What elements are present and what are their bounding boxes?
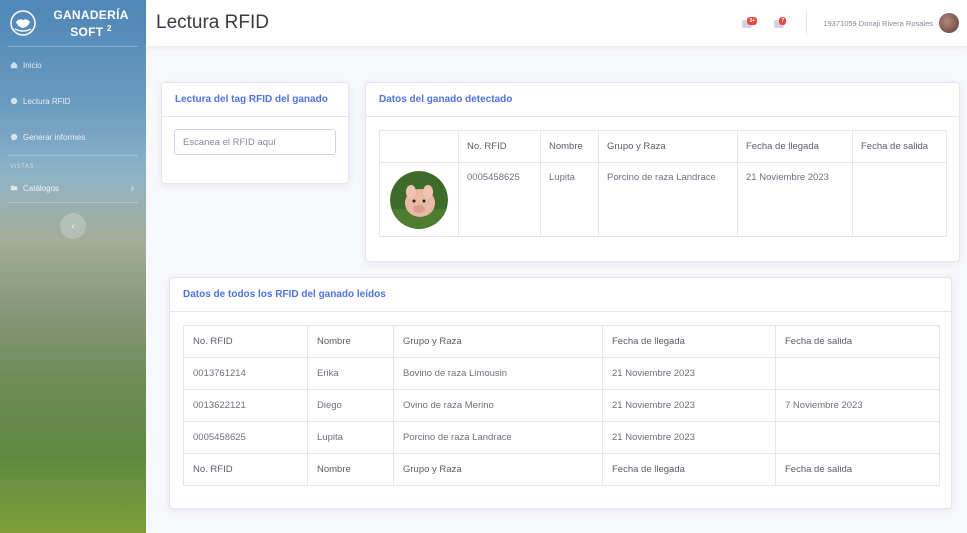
sidebar-item-label: Catálogos — [23, 183, 60, 193]
brand-line1: GANADERÍA — [53, 7, 129, 22]
card-header: Lectura del tag RFID del ganado — [162, 83, 348, 117]
detected-table: No. RFID Nombre Grupo y Raza Fecha de ll… — [379, 130, 947, 237]
column-header: Fecha de llegada — [602, 325, 776, 358]
brand-title: GANADERÍA SOFT 2 — [36, 8, 146, 39]
table-cell: 7 Noviembre 2023 — [775, 389, 940, 422]
piglet-photo — [390, 170, 448, 229]
table-cell — [775, 421, 940, 454]
table-row: 0005458625 Lupita Porcino de raza Landra… — [379, 162, 947, 237]
table-header-row: No. RFID Nombre Grupo y Raza Fecha de ll… — [183, 325, 940, 358]
table-cell: Ovino de raza Merino — [393, 389, 603, 422]
column-header: No. RFID — [458, 130, 541, 163]
table-cell: Diego — [307, 389, 394, 422]
column-footer: No. RFID — [183, 453, 308, 486]
table-header-row: No. RFID Nombre Grupo y Raza Fecha de ll… — [379, 130, 947, 163]
topbar-divider — [806, 11, 808, 35]
alerts-badge: 3+ — [747, 17, 758, 25]
sidebar: GANADERÍA SOFT 2 Inicio Lectura RFID Gen… — [0, 0, 146, 533]
column-footer: Fecha de salida — [775, 453, 940, 486]
grupo-cell: Porcino de raza Landrace — [598, 162, 738, 237]
table-cell: Lupita — [307, 421, 394, 454]
column-header — [379, 130, 459, 163]
all-rfid-table: No. RFID Nombre Grupo y Raza Fecha de ll… — [183, 325, 940, 486]
table-cell: 0005458625 — [183, 421, 308, 454]
column-header: Nombre — [307, 325, 394, 358]
topbar: Lectura RFID 3+ 7 19371059 Donaji Rivera… — [146, 0, 967, 46]
table-row: 0013761214 Erika Bovino de raza Limousin… — [183, 357, 940, 390]
brand-line2: SOFT — [70, 24, 104, 39]
table-cell — [775, 357, 940, 390]
column-header: Grupo y Raza — [393, 325, 603, 358]
sidebar-item-label: Inicio — [23, 60, 42, 70]
table-row: 0013622121 Diego Ovino de raza Merino 21… — [183, 389, 940, 422]
report-icon — [10, 133, 18, 141]
table-cell: Porcino de raza Landrace — [393, 421, 603, 454]
sidebar-item-generar-informes[interactable]: Generar informes — [0, 119, 146, 155]
alerts-button[interactable]: 3+ — [742, 17, 758, 28]
sidebar-item-catalogos[interactable]: Catálogos › — [0, 174, 146, 202]
home-icon — [10, 61, 18, 69]
brand[interactable]: GANADERÍA SOFT 2 — [0, 0, 146, 46]
column-header: Fecha de salida — [775, 325, 940, 358]
rfid-read-card: Lectura del tag RFID del ganado — [161, 82, 349, 184]
table-cell: 0013761214 — [183, 357, 308, 390]
llegada-cell: 21 Noviembre 2023 — [737, 162, 853, 237]
all-rfid-card: Datos de todos los RFID del ganado leído… — [169, 277, 952, 509]
column-footer: Nombre — [307, 453, 394, 486]
page-title: Lectura RFID — [156, 12, 269, 33]
sidebar-toggle-button[interactable]: ‹ — [60, 213, 86, 239]
rfid-icon — [10, 97, 18, 105]
cow-logo-icon — [10, 10, 36, 36]
column-header: Nombre — [540, 130, 599, 163]
column-footer: Grupo y Raza — [393, 453, 603, 486]
brand-sup: 2 — [107, 23, 112, 33]
card-header: Datos del ganado detectado — [366, 83, 959, 117]
rfid-input[interactable] — [174, 129, 336, 155]
table-row: 0005458625 Lupita Porcino de raza Landra… — [183, 421, 940, 454]
avatar[interactable] — [939, 13, 959, 33]
column-footer: Fecha de llegada — [602, 453, 776, 486]
messages-button[interactable]: 7 — [774, 17, 787, 28]
table-cell: Bovino de raza Limousin — [393, 357, 603, 390]
table-cell: 0013622121 — [183, 389, 308, 422]
user-name[interactable]: 19371059 Donaji Rivera Rosales — [823, 19, 933, 28]
sidebar-item-inicio[interactable]: Inicio — [0, 47, 146, 83]
column-header: Fecha de llegada — [737, 130, 853, 163]
salida-cell — [852, 162, 947, 237]
sidebar-item-label: Generar informes — [23, 132, 86, 142]
chevron-right-icon: › — [130, 182, 134, 194]
messages-badge: 7 — [779, 17, 787, 25]
table-cell: 21 Noviembre 2023 — [602, 421, 776, 454]
folder-icon — [10, 185, 18, 191]
table-footer-row: No. RFID Nombre Grupo y Raza Fecha de ll… — [183, 453, 940, 486]
table-cell: 21 Noviembre 2023 — [602, 389, 776, 422]
sidebar-divider — [8, 202, 138, 203]
nombre-cell: Lupita — [540, 162, 599, 237]
card-header: Datos de todos los RFID del ganado leído… — [170, 278, 951, 312]
column-header: Grupo y Raza — [598, 130, 738, 163]
photo-cell — [379, 162, 459, 237]
table-cell: 21 Noviembre 2023 — [602, 357, 776, 390]
column-header: Fecha de salida — [852, 130, 947, 163]
rfid-cell: 0005458625 — [458, 162, 541, 237]
sidebar-heading: VISTAS — [10, 164, 34, 170]
sidebar-item-label: Lectura RFID — [23, 96, 71, 106]
sidebar-item-lectura-rfid[interactable]: Lectura RFID — [0, 83, 146, 119]
column-header: No. RFID — [183, 325, 308, 358]
table-cell: Erika — [307, 357, 394, 390]
detected-livestock-card: Datos del ganado detectado No. RFID Nomb… — [365, 82, 960, 262]
